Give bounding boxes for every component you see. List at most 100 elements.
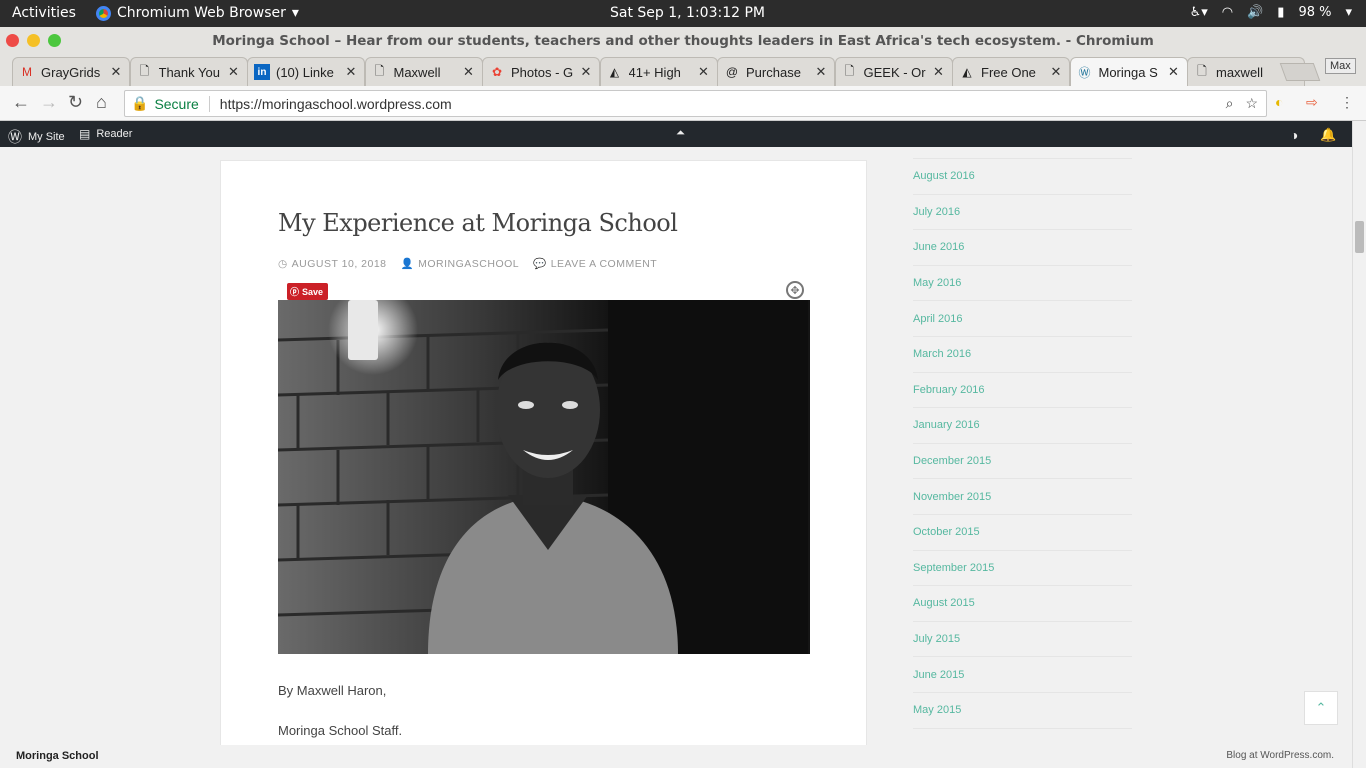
address-bar[interactable]: 🔒 Secure https://moringaschool.wordpress… (124, 90, 1267, 117)
my-site-link[interactable]: Ⓦ My Site (8, 127, 65, 147)
activities-button[interactable]: Activities (12, 5, 76, 21)
tab[interactable]: ◭ Free One ✕ (952, 57, 1070, 86)
scroll-to-top-button[interactable]: ⌃ (1304, 691, 1338, 725)
post-byline: By Maxwell Haron, (278, 683, 387, 698)
extension-arrow-icon[interactable]: ⇨ (1306, 94, 1318, 111)
tab[interactable]: @ Purchase ✕ (717, 57, 835, 86)
omnibox-divider (208, 95, 210, 112)
zoom-icon[interactable]: ⌕ (1226, 95, 1234, 112)
tab[interactable]: 🗋 Thank You ✕ (129, 57, 248, 86)
tab[interactable]: 🗋 Maxwell ✕ (364, 57, 483, 86)
archive-link[interactable]: April 2016 (913, 301, 1132, 337)
tab-close-icon[interactable]: ✕ (109, 64, 123, 80)
expand-image-icon[interactable]: ✥ (786, 281, 804, 299)
page-icon: 🗋 (844, 63, 855, 78)
app-menu[interactable]: Chromium Web Browser ▾ (96, 5, 299, 21)
site-footer: Moringa School Blog at WordPress.com. (0, 745, 1352, 768)
tab[interactable]: ✿ Photos - G ✕ (482, 57, 600, 86)
menu-kebab-icon[interactable]: ⋮ (1340, 94, 1354, 111)
chevron-down-icon: ▾ (1345, 5, 1352, 20)
collapse-bar-icon[interactable]: ⏶ (676, 127, 685, 140)
wordpress-icon: Ⓦ (8, 129, 22, 145)
reader-link[interactable]: ▤ Reader (79, 127, 132, 141)
archive-link[interactable]: July 2016 (913, 195, 1132, 231)
post-author[interactable]: 👤 MORINGASCHOOL (401, 257, 520, 271)
archive-link[interactable]: July 2015 (913, 622, 1132, 658)
clock[interactable]: Sat Sep 1, 1:03:12 PM (610, 5, 765, 21)
save-label: Save (302, 286, 324, 297)
tab-close-icon[interactable]: ✕ (462, 64, 476, 80)
wordpress-admin-bar: Ⓦ My Site ▤ Reader ⏶ ◑ 🔔 (0, 121, 1352, 147)
forward-icon[interactable]: → (40, 92, 58, 113)
archive-link[interactable]: February 2016 (913, 373, 1132, 409)
tab[interactable]: in (10) Linke ✕ (247, 57, 365, 86)
max-button[interactable]: Max (1325, 58, 1356, 74)
archive-link[interactable]: September 2015 (913, 551, 1132, 587)
archive-link[interactable]: December 2015 (913, 444, 1132, 480)
system-tray[interactable]: ♿▾ ◠ 🔊 ▮ 98 % ▾ (1190, 5, 1352, 20)
tab-label: GEEK - Or (863, 64, 926, 80)
secure-label: Secure (154, 95, 199, 112)
post-card: My Experience at Moringa School ◷ AUGUST … (220, 160, 867, 760)
pinterest-save-button[interactable]: ⓟ Save (287, 283, 329, 300)
archive-link[interactable]: May 2015 (913, 693, 1132, 729)
reload-icon[interactable]: ↻ (68, 92, 83, 113)
at-icon: @ (725, 65, 739, 79)
post-date[interactable]: ◷ AUGUST 10, 2018 (278, 257, 387, 270)
tab-close-icon[interactable]: ✕ (579, 64, 593, 80)
archives-sidebar: August 2016 July 2016 June 2016 May 2016 Apr… (913, 147, 1132, 729)
archive-link[interactable]: January 2016 (913, 408, 1132, 444)
tab-close-icon[interactable]: ✕ (344, 64, 358, 80)
tab-label: 41+ High (628, 64, 681, 80)
footer-credit-link[interactable]: Blog at WordPress.com. (1226, 750, 1334, 761)
page-scrollbar[interactable] (1352, 121, 1366, 768)
tab-close-icon[interactable]: ✕ (1167, 64, 1181, 80)
tab-close-icon[interactable]: ✕ (227, 64, 241, 80)
post-author-text: MORINGASCHOOL (418, 257, 520, 270)
archive-link[interactable]: June 2015 (913, 657, 1132, 693)
tab-close-icon[interactable]: ✕ (932, 64, 946, 80)
page-icon: 🗋 (1197, 63, 1207, 78)
extension-moon-icon[interactable]: ◐ (1275, 94, 1283, 110)
student-photo-illustration (278, 300, 810, 654)
tab-label: (10) Linke (276, 64, 334, 80)
archive-link[interactable]: May 2016 (913, 266, 1132, 302)
notifications-icon[interactable]: 🔔 (1320, 127, 1336, 143)
footer-site-title[interactable]: Moringa School (16, 750, 99, 762)
my-site-label: My Site (28, 131, 65, 143)
chevron-down-icon: ▾ (291, 5, 299, 21)
new-tab-button[interactable] (1279, 63, 1321, 81)
tab-close-icon[interactable]: ✕ (697, 64, 711, 80)
tab[interactable]: M GrayGrids ✕ (12, 57, 130, 86)
home-icon[interactable]: ⌂ (96, 92, 107, 113)
url-text[interactable]: https://moringaschool.wordpress.com (220, 96, 452, 112)
leave-comment-link[interactable]: 💬 LEAVE A COMMENT (533, 257, 658, 271)
tab[interactable]: Ⓦ Moringa S ✕ (1069, 57, 1188, 86)
tab[interactable]: 🗋 GEEK - Or ✕ (834, 57, 953, 86)
avatar[interactable]: ◑ (1290, 127, 1298, 143)
accessibility-icon[interactable]: ♿▾ (1190, 5, 1208, 20)
linkedin-icon: in (254, 64, 270, 80)
comment-text: LEAVE A COMMENT (550, 257, 658, 270)
wifi-icon: ◠ (1221, 5, 1234, 20)
archive-link[interactable]: August 2015 (913, 586, 1132, 622)
archive-link[interactable]: August 2016 (913, 159, 1132, 195)
pinterest-icon: ⓟ (290, 287, 300, 297)
scrollbar-thumb[interactable] (1355, 221, 1364, 253)
photos-icon: ✿ (491, 65, 503, 79)
tab[interactable]: ◭ 41+ High ✕ (599, 57, 718, 86)
clock-icon: ◷ (278, 257, 288, 270)
archive-link[interactable]: June 2016 (913, 230, 1132, 266)
post-title[interactable]: My Experience at Moringa School (278, 209, 678, 237)
chevron-up-icon: ⌃ (1315, 700, 1327, 715)
tab-label: Thank You (158, 64, 220, 80)
bookmark-star-icon[interactable]: ☆ (1245, 95, 1258, 112)
archive-link[interactable]: November 2015 (913, 479, 1132, 515)
tab-label: Maxwell (393, 64, 441, 80)
tab-close-icon[interactable]: ✕ (1049, 64, 1063, 80)
back-icon[interactable]: ← (12, 92, 30, 113)
post-date-text: AUGUST 10, 2018 (291, 257, 387, 270)
archive-link[interactable]: March 2016 (913, 337, 1132, 373)
archive-link[interactable]: October 2015 (913, 515, 1132, 551)
tab-close-icon[interactable]: ✕ (814, 64, 828, 80)
